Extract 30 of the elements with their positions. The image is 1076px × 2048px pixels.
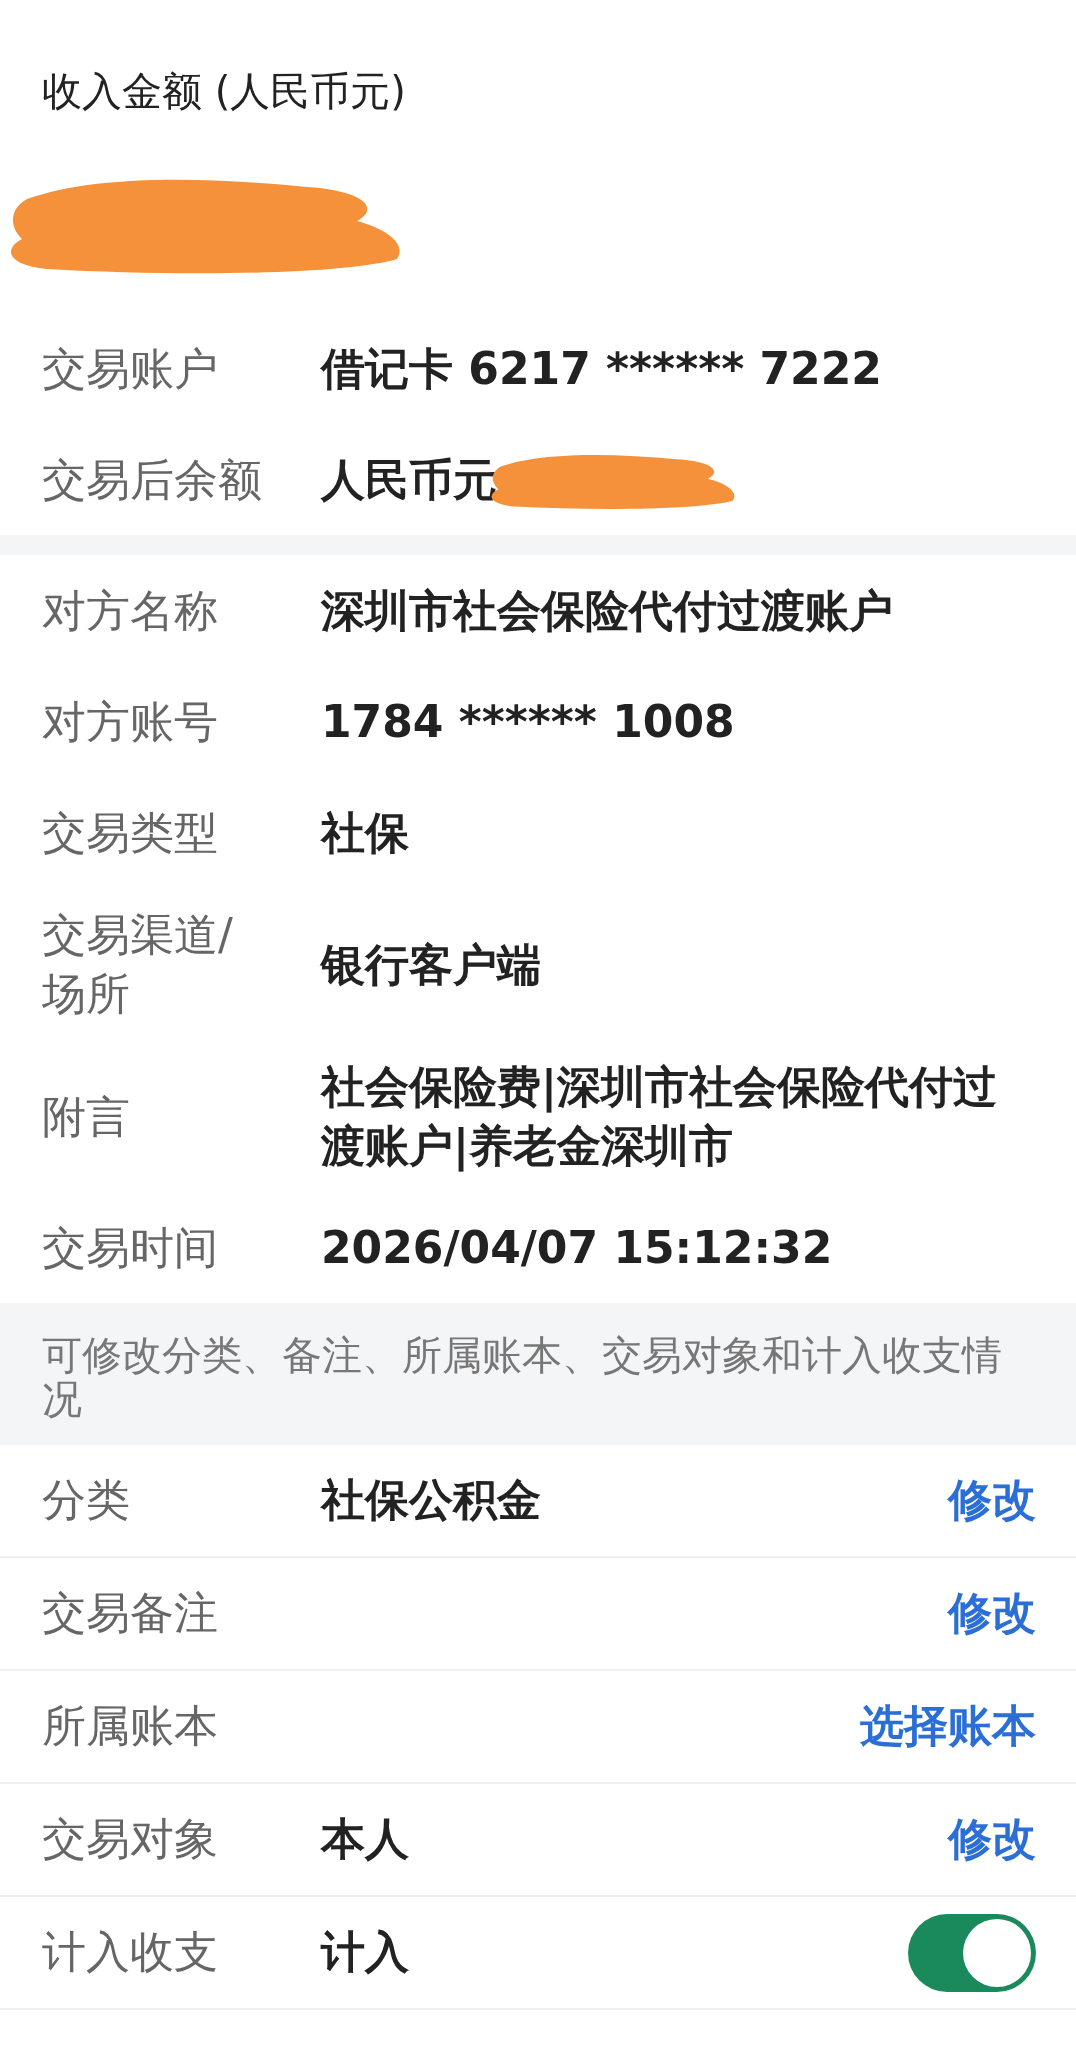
field-label: 分类 [42,1473,131,1527]
edit-link[interactable]: 修改 [948,1584,1036,1643]
field-value: 1784 ****** 1008 [321,695,736,749]
field-label: 交易对象 [42,1812,219,1866]
field-value: 社保 [321,806,410,860]
field-value: 2026/04/07 15:12:32 [321,1221,834,1275]
field-value: 借记卡 6217 ****** 7222 [321,342,882,396]
amount-title: 收入金额 (人民币元) [41,67,407,116]
field-value: 银行客户端 [321,937,542,992]
field-label: 交易时间 [42,1221,219,1275]
field-label: 交易后余额 [42,453,263,507]
field-label: 对方账号 [42,695,219,749]
edit-hint: 可修改分类、备注、所属账本、交易对象和计入收支情况 [0,1303,1076,1445]
field-label: 交易渠道/场所 [42,908,234,1021]
edit-link[interactable]: 修改 [948,1471,1036,1530]
field-label: 所属账本 [42,1699,219,1753]
field-value: 本人 [321,1813,409,1864]
field-value: 计入 [321,1926,409,1977]
field-value: 社保公积金 [321,1474,541,1525]
field-label: 对方名称 [42,584,219,638]
field-label: 交易类型 [42,806,219,860]
field-value: 深圳市社会保险代付过渡账户 [321,584,894,638]
field-value: 人民币元 [321,453,497,507]
edit-link[interactable]: 选择账本 [860,1697,1036,1756]
field-label: 附言 [42,1089,131,1144]
field-label: 交易账户 [42,342,219,396]
edit-link[interactable]: 修改 [948,1810,1036,1869]
field-value: 社会保险费|深圳市社会保险代付过渡账户|养老金深圳市 [321,1060,999,1174]
field-label: 交易备注 [42,1586,219,1640]
field-label: 计入收支 [42,1925,219,1979]
